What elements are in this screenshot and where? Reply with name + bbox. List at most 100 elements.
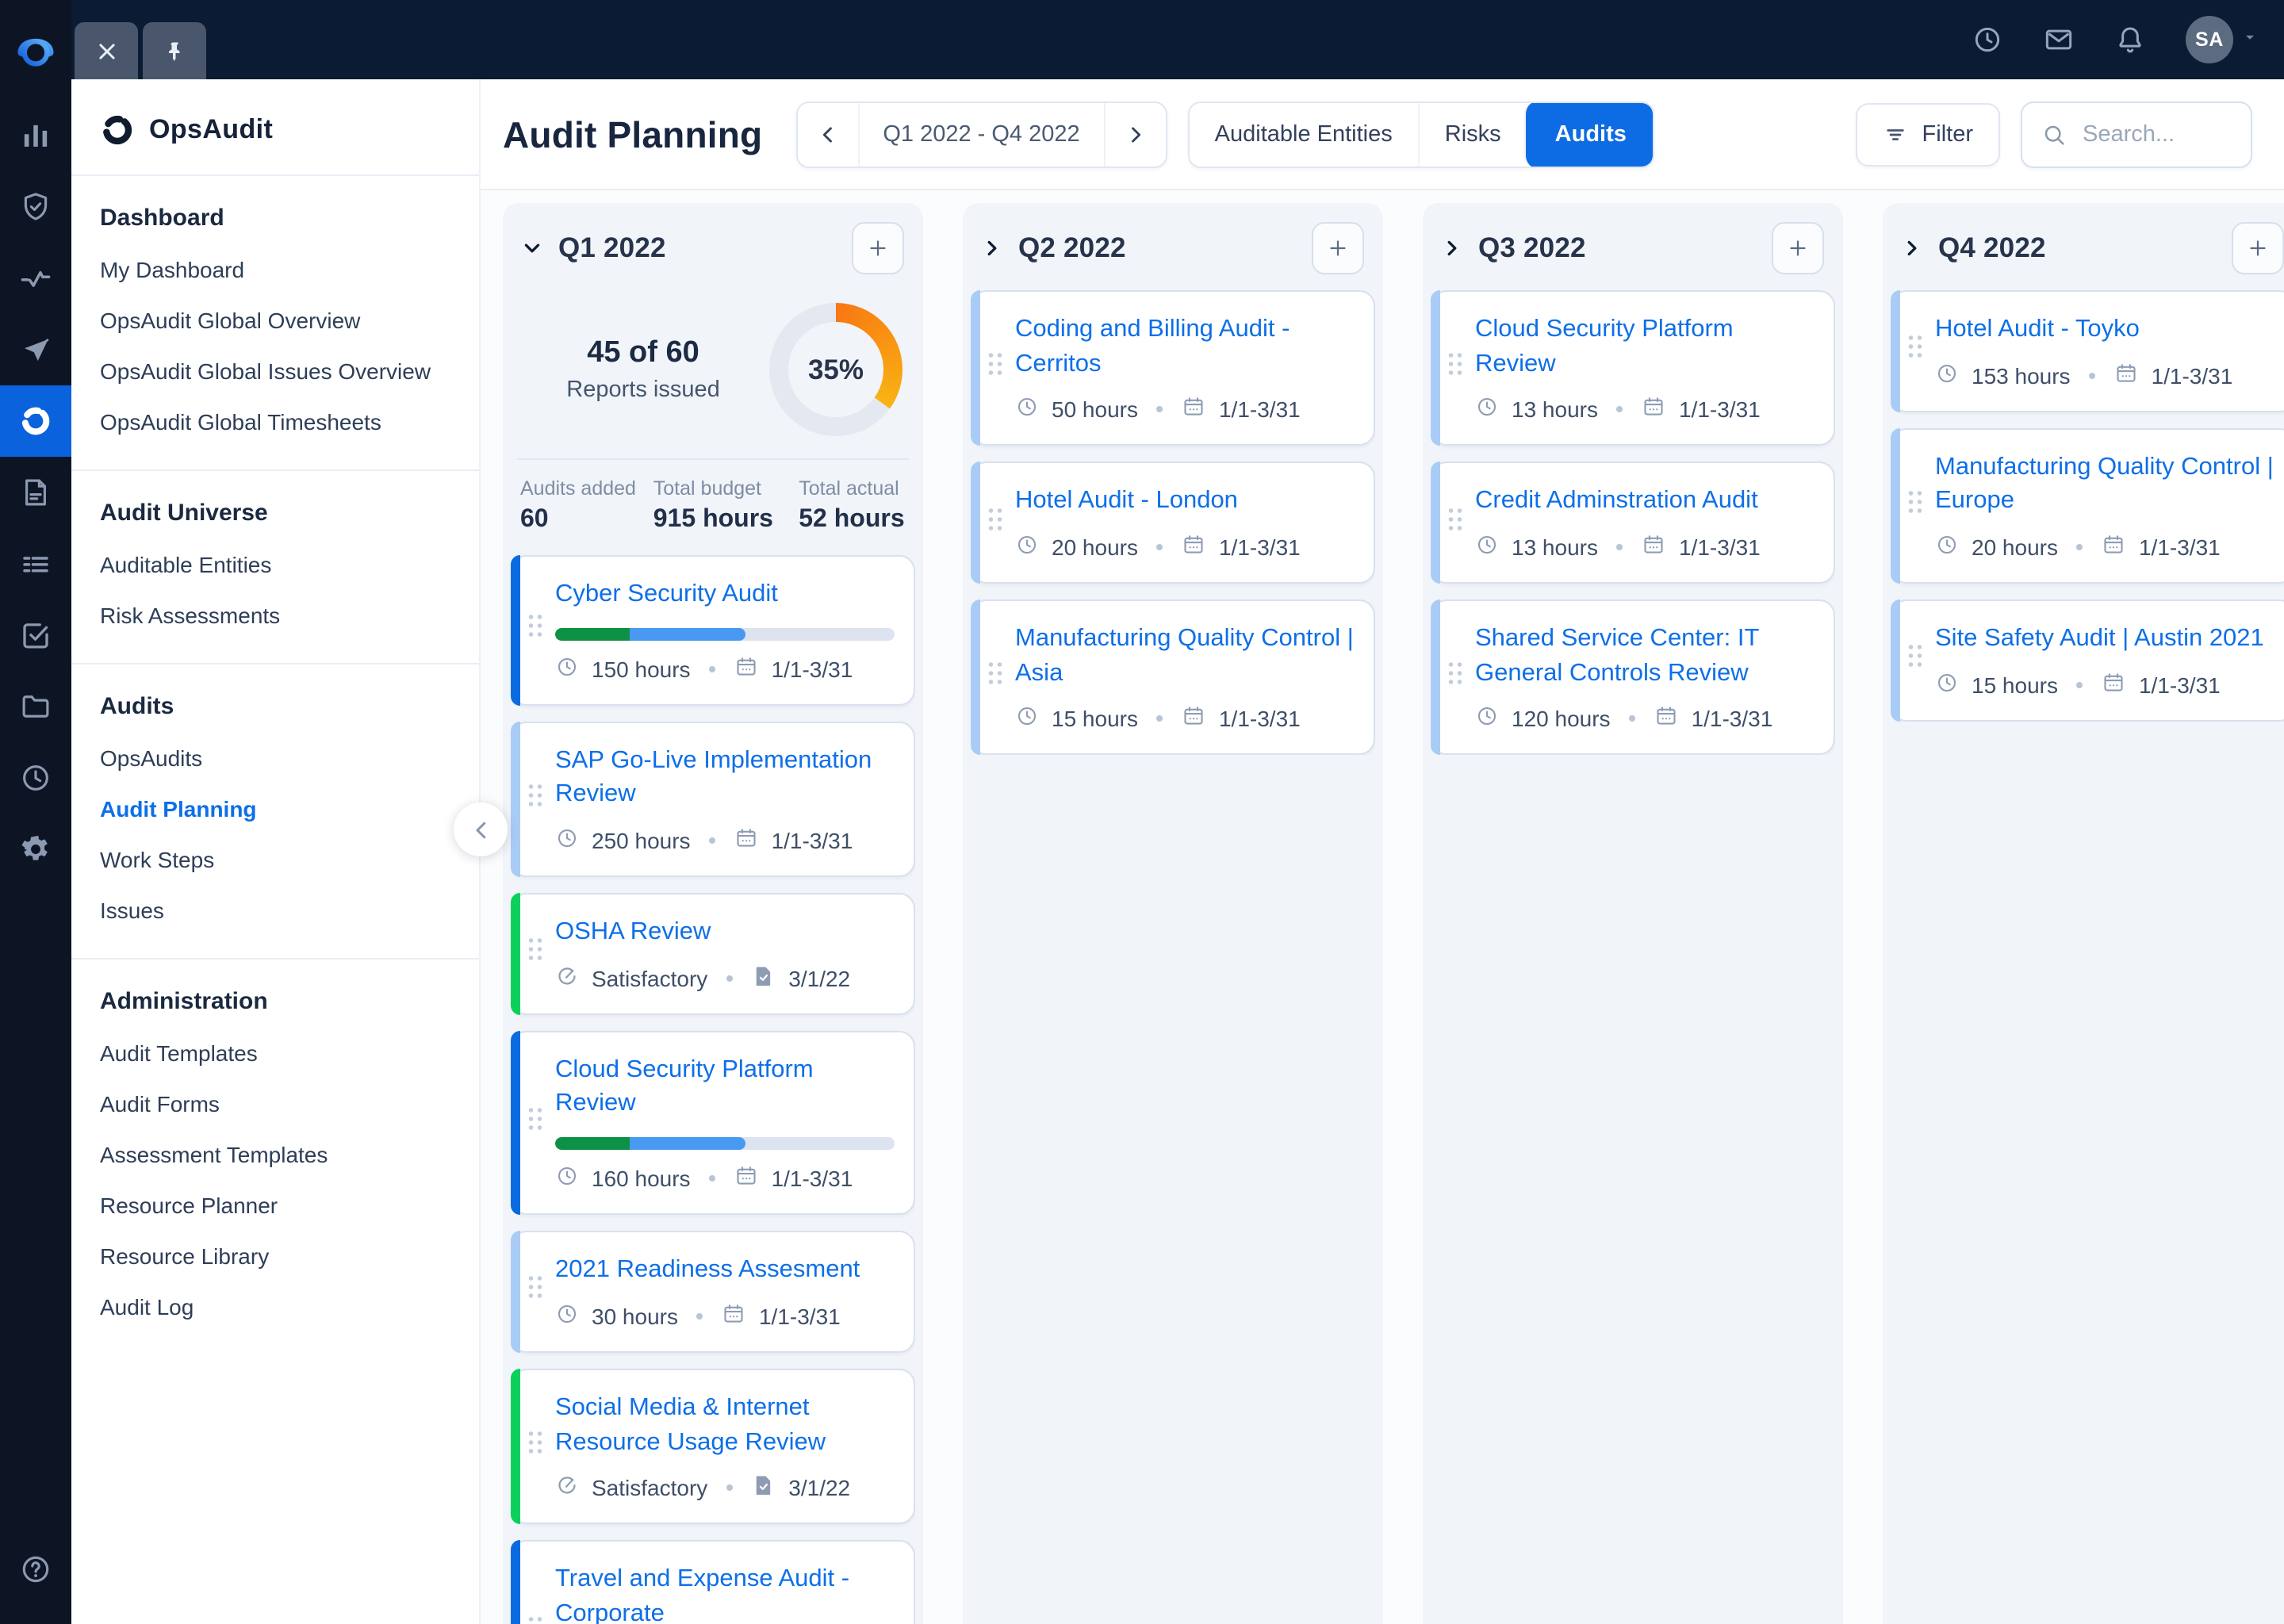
sidebar-item-assessment-templates[interactable]: Assessment Templates — [100, 1129, 450, 1180]
drag-handle[interactable] — [527, 1274, 544, 1309]
sidebar-item-audit-templates[interactable]: Audit Templates — [100, 1028, 450, 1078]
audit-card-title[interactable]: Hotel Audit - Toyko — [1935, 312, 2274, 347]
audit-card-shared-service-center-it-general-controls-review[interactable]: Shared Service Center: IT General Contro… — [1431, 599, 1835, 756]
audit-card-credit-adminstration-audit[interactable]: Credit Adminstration Audit13 hours1/1-3/… — [1431, 462, 1835, 584]
sidebar-item-risk-assessments[interactable]: Risk Assessments — [100, 590, 450, 641]
drag-handle[interactable] — [527, 613, 544, 648]
audit-card-title[interactable]: Cloud Security Platform Review — [1475, 312, 1815, 381]
sidebar-item-work-steps[interactable]: Work Steps — [100, 834, 450, 885]
sidebar-item-opsaudits[interactable]: OpsAudits — [100, 733, 450, 783]
audit-card-title[interactable]: Travel and Expense Audit - Corporate — [555, 1562, 895, 1624]
audit-card-sap-go-live-implementation-review[interactable]: SAP Go-Live Implementation Review250 hou… — [511, 721, 915, 877]
audit-card-title[interactable]: Social Media & Internet Resource Usage R… — [555, 1391, 895, 1460]
audit-card-manufacturing-quality-control-asia[interactable]: Manufacturing Quality Control | Asia15 h… — [971, 599, 1375, 756]
sidebar-item-auditable-entities[interactable]: Auditable Entities — [100, 539, 450, 590]
rail-item-documents[interactable] — [0, 457, 71, 528]
audit-card-travel-and-expense-audit-corporate[interactable]: Travel and Expense Audit - Corporate80 h… — [511, 1540, 915, 1624]
search-input[interactable] — [2079, 121, 2232, 149]
sidebar-item-audit-planning[interactable]: Audit Planning — [100, 783, 450, 834]
add-audit-button[interactable] — [2232, 222, 2284, 274]
messages-button[interactable] — [2043, 24, 2075, 56]
audit-card-title[interactable]: Shared Service Center: IT General Contro… — [1475, 622, 1815, 691]
drag-handle[interactable] — [1447, 350, 1464, 385]
drag-handle[interactable] — [527, 1615, 544, 1624]
audit-card-manufacturing-quality-control-europe[interactable]: Manufacturing Quality Control | Europe20… — [1891, 427, 2284, 584]
drag-handle[interactable] — [527, 1429, 544, 1464]
audit-card-site-safety-audit-austin-2021[interactable]: Site Safety Audit | Austin 202115 hours1… — [1891, 599, 2284, 721]
drag-handle[interactable] — [987, 661, 1004, 695]
column-toggle-button[interactable] — [982, 238, 1002, 259]
rail-item-monitoring[interactable] — [0, 243, 71, 314]
period-next-button[interactable] — [1106, 103, 1166, 167]
sidebar-item-opsaudit-global-overview[interactable]: OpsAudit Global Overview — [100, 295, 450, 346]
audit-card-cloud-security-platform-review[interactable]: Cloud Security Platform Review13 hours1/… — [1431, 290, 1835, 446]
drag-handle[interactable] — [1907, 643, 1924, 678]
recent-activity-button[interactable] — [1972, 24, 2003, 56]
rail-item-time-tracking[interactable] — [0, 742, 71, 814]
pin-panel-button[interactable] — [143, 22, 206, 79]
audit-card-title[interactable]: Site Safety Audit | Austin 2021 — [1935, 622, 2274, 656]
period-value[interactable]: Q1 2022 - Q4 2022 — [857, 103, 1105, 167]
rail-item-opsaudit[interactable] — [0, 385, 71, 457]
add-audit-button[interactable] — [1312, 222, 1364, 274]
rail-item-share[interactable] — [0, 314, 71, 385]
sidebar-item-audit-log[interactable]: Audit Log — [100, 1281, 450, 1332]
drag-handle[interactable] — [1447, 661, 1464, 695]
audit-card-title[interactable]: Cloud Security Platform Review — [555, 1053, 895, 1122]
audit-card-title[interactable]: SAP Go-Live Implementation Review — [555, 743, 895, 812]
audit-card-cloud-security-platform-review[interactable]: Cloud Security Platform Review160 hours1… — [511, 1031, 915, 1216]
audit-card-title[interactable]: OSHA Review — [555, 915, 895, 949]
sidebar-item-resource-library[interactable]: Resource Library — [100, 1231, 450, 1281]
audit-card-title[interactable]: Cyber Security Audit — [555, 577, 895, 611]
add-audit-button[interactable] — [852, 222, 904, 274]
audit-card-2021-readiness-assesment[interactable]: 2021 Readiness Assesment30 hours1/1-3/31 — [511, 1231, 915, 1352]
rail-item-tasks[interactable] — [0, 599, 71, 671]
audit-card-hotel-audit-london[interactable]: Hotel Audit - London20 hours1/1-3/31 — [971, 462, 1375, 584]
sidebar-item-issues[interactable]: Issues — [100, 885, 450, 936]
rail-item-help[interactable] — [0, 1534, 71, 1605]
audit-card-hotel-audit-toyko[interactable]: Hotel Audit - Toyko153 hours1/1-3/31 — [1891, 290, 2284, 412]
rail-item-lists[interactable] — [0, 528, 71, 599]
reports-donut-chart: 35% — [769, 303, 902, 436]
filter-button[interactable]: Filter — [1856, 103, 2000, 167]
drag-handle[interactable] — [987, 350, 1004, 385]
audit-card-coding-and-billing-audit-cerritos[interactable]: Coding and Billing Audit - Cerritos50 ho… — [971, 290, 1375, 446]
rail-item-compliance[interactable] — [0, 171, 71, 243]
audit-card-title[interactable]: Hotel Audit - London — [1015, 485, 1355, 519]
tab-auditable-entities[interactable]: Auditable Entities — [1190, 103, 1418, 167]
audit-card-osha-review[interactable]: OSHA ReviewSatisfactory3/1/22 — [511, 893, 915, 1014]
drag-handle[interactable] — [1907, 334, 1924, 369]
drag-handle[interactable] — [1447, 505, 1464, 540]
drag-handle[interactable] — [1907, 488, 1924, 523]
column-toggle-button[interactable] — [1442, 238, 1462, 259]
rail-item-files[interactable] — [0, 671, 71, 742]
sidebar-item-opsaudit-global-timesheets[interactable]: OpsAudit Global Timesheets — [100, 396, 450, 447]
sidebar-item-resource-planner[interactable]: Resource Planner — [100, 1180, 450, 1231]
tab-audits[interactable]: Audits — [1525, 102, 1655, 168]
rail-item-settings[interactable] — [0, 814, 71, 885]
tab-risks[interactable]: Risks — [1418, 103, 1527, 167]
audit-card-title[interactable]: Credit Adminstration Audit — [1475, 485, 1815, 519]
user-menu[interactable]: SA — [2186, 16, 2259, 63]
audit-card-cyber-security-audit[interactable]: Cyber Security Audit150 hours1/1-3/31 — [511, 555, 915, 705]
sidebar-item-audit-forms[interactable]: Audit Forms — [100, 1078, 450, 1129]
column-toggle-button[interactable] — [1902, 238, 1922, 259]
drag-handle[interactable] — [987, 505, 1004, 540]
audit-card-social-media-internet-resource-usage-review[interactable]: Social Media & Internet Resource Usage R… — [511, 1369, 915, 1525]
audit-card-title[interactable]: Coding and Billing Audit - Cerritos — [1015, 312, 1355, 381]
sidebar-item-opsaudit-global-issues-overview[interactable]: OpsAudit Global Issues Overview — [100, 346, 450, 396]
drag-handle[interactable] — [527, 782, 544, 817]
column-toggle-button[interactable] — [522, 238, 542, 259]
drag-handle[interactable] — [527, 1105, 544, 1140]
audit-card-title[interactable]: Manufacturing Quality Control | Asia — [1015, 622, 1355, 691]
period-prev-button[interactable] — [797, 103, 857, 167]
audit-card-title[interactable]: Manufacturing Quality Control | Europe — [1935, 450, 2274, 519]
notifications-button[interactable] — [2114, 24, 2146, 56]
rail-item-analytics[interactable] — [0, 100, 71, 171]
sidebar-collapse-button[interactable] — [454, 802, 508, 856]
audit-card-title[interactable]: 2021 Readiness Assesment — [555, 1253, 895, 1287]
add-audit-button[interactable] — [1772, 222, 1824, 274]
close-panel-button[interactable] — [75, 22, 138, 79]
sidebar-item-my-dashboard[interactable]: My Dashboard — [100, 244, 450, 295]
drag-handle[interactable] — [527, 936, 544, 971]
